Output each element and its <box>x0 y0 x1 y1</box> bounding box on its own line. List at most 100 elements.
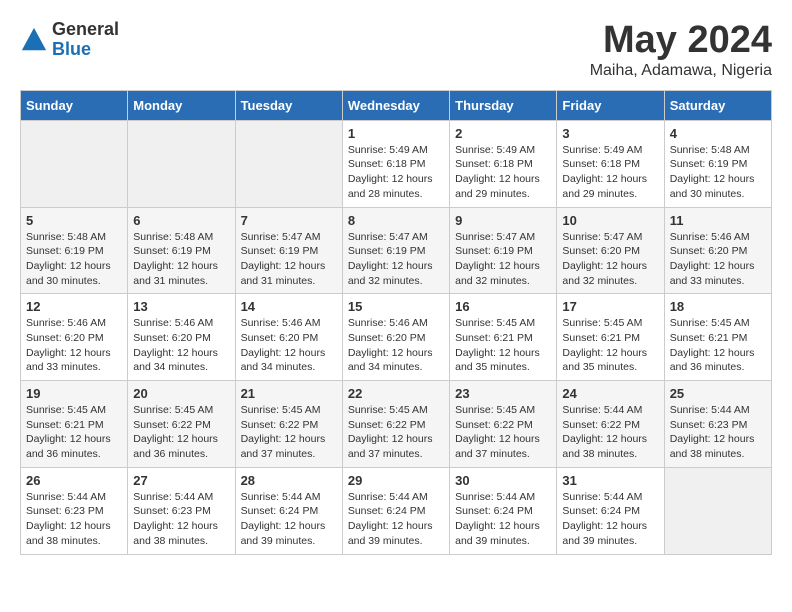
calendar-week-row: 1 Sunrise: 5:49 AM Sunset: 6:18 PM Daylig… <box>21 120 772 207</box>
month-title: May 2024 <box>590 20 772 62</box>
calendar-cell: 20 Sunrise: 5:45 AM Sunset: 6:22 PM Dayli… <box>128 381 235 468</box>
calendar-cell: 6 Sunrise: 5:48 AM Sunset: 6:19 PM Daylig… <box>128 207 235 294</box>
day-info: Sunrise: 5:47 AM Sunset: 6:19 PM Dayligh… <box>455 230 551 289</box>
calendar-cell <box>128 120 235 207</box>
calendar-cell: 9Sunrise: 5:47 AM Sunset: 6:19 PM Daylig… <box>450 207 557 294</box>
calendar-cell: 8Sunrise: 5:47 AM Sunset: 6:19 PM Daylig… <box>342 207 449 294</box>
calendar-cell: 1 Sunrise: 5:49 AM Sunset: 6:18 PM Daylig… <box>342 120 449 207</box>
logo-blue-text: Blue <box>52 40 119 60</box>
weekday-header-wednesday: Wednesday <box>342 90 449 120</box>
day-info: Sunrise: 5:47 AM Sunset: 6:19 PM Dayligh… <box>241 230 337 289</box>
day-info: Sunrise: 5:46 AM Sunset: 6:20 PM Dayligh… <box>348 316 444 375</box>
day-number: 2 <box>455 126 551 141</box>
day-info: Sunrise: 5:49 AM Sunset: 6:18 PM Dayligh… <box>562 143 658 202</box>
location: Maiha, Adamawa, Nigeria <box>590 62 772 80</box>
calendar-cell: 23 Sunrise: 5:45 AM Sunset: 6:22 PM Dayli… <box>450 381 557 468</box>
day-number: 27 <box>133 473 229 488</box>
day-info: Sunrise: 5:44 AM Sunset: 6:23 PM Dayligh… <box>26 490 122 549</box>
logo-icon <box>20 26 48 54</box>
logo-general-text: General <box>52 20 119 40</box>
day-number: 4 <box>670 126 766 141</box>
day-number: 12 <box>26 299 122 314</box>
day-number: 23 <box>455 386 551 401</box>
day-number: 13 <box>133 299 229 314</box>
day-number: 19 <box>26 386 122 401</box>
logo-text: General Blue <box>52 20 119 60</box>
calendar-cell: 25Sunrise: 5:44 AM Sunset: 6:23 PM Dayli… <box>664 381 771 468</box>
day-info: Sunrise: 5:48 AM Sunset: 6:19 PM Dayligh… <box>133 230 229 289</box>
calendar-week-row: 5 Sunrise: 5:48 AM Sunset: 6:19 PM Daylig… <box>21 207 772 294</box>
calendar-cell: 13 Sunrise: 5:46 AM Sunset: 6:20 PM Dayli… <box>128 294 235 381</box>
day-number: 29 <box>348 473 444 488</box>
calendar-cell: 3Sunrise: 5:49 AM Sunset: 6:18 PM Daylig… <box>557 120 664 207</box>
calendar-week-row: 12 Sunrise: 5:46 AM Sunset: 6:20 PM Dayli… <box>21 294 772 381</box>
day-info: Sunrise: 5:44 AM Sunset: 6:23 PM Dayligh… <box>133 490 229 549</box>
weekday-header-saturday: Saturday <box>664 90 771 120</box>
calendar-body: 1 Sunrise: 5:49 AM Sunset: 6:18 PM Daylig… <box>21 120 772 554</box>
day-info: Sunrise: 5:47 AM Sunset: 6:19 PM Dayligh… <box>348 230 444 289</box>
day-number: 20 <box>133 386 229 401</box>
day-number: 28 <box>241 473 337 488</box>
calendar-cell: 31 Sunrise: 5:44 AM Sunset: 6:24 PM Dayli… <box>557 467 664 554</box>
calendar-cell: 27 Sunrise: 5:44 AM Sunset: 6:23 PM Dayli… <box>128 467 235 554</box>
calendar-cell: 5Sunrise: 5:48 AM Sunset: 6:19 PM Daylig… <box>21 207 128 294</box>
weekday-header-thursday: Thursday <box>450 90 557 120</box>
day-info: Sunrise: 5:45 AM Sunset: 6:22 PM Dayligh… <box>241 403 337 462</box>
day-number: 22 <box>348 386 444 401</box>
day-number: 17 <box>562 299 658 314</box>
day-number: 10 <box>562 213 658 228</box>
calendar-cell: 24Sunrise: 5:44 AM Sunset: 6:22 PM Dayli… <box>557 381 664 468</box>
day-info: Sunrise: 5:46 AM Sunset: 6:20 PM Dayligh… <box>241 316 337 375</box>
day-number: 16 <box>455 299 551 314</box>
day-number: 15 <box>348 299 444 314</box>
day-info: Sunrise: 5:46 AM Sunset: 6:20 PM Dayligh… <box>133 316 229 375</box>
weekday-header-friday: Friday <box>557 90 664 120</box>
day-info: Sunrise: 5:45 AM Sunset: 6:22 PM Dayligh… <box>455 403 551 462</box>
day-info: Sunrise: 5:45 AM Sunset: 6:21 PM Dayligh… <box>562 316 658 375</box>
day-info: Sunrise: 5:44 AM Sunset: 6:22 PM Dayligh… <box>562 403 658 462</box>
day-number: 11 <box>670 213 766 228</box>
calendar-cell: 19 Sunrise: 5:45 AM Sunset: 6:21 PM Dayli… <box>21 381 128 468</box>
calendar-cell: 12Sunrise: 5:46 AM Sunset: 6:20 PM Dayli… <box>21 294 128 381</box>
calendar-week-row: 19 Sunrise: 5:45 AM Sunset: 6:21 PM Dayli… <box>21 381 772 468</box>
day-info: Sunrise: 5:44 AM Sunset: 6:24 PM Dayligh… <box>241 490 337 549</box>
weekday-header-monday: Monday <box>128 90 235 120</box>
day-number: 21 <box>241 386 337 401</box>
calendar-cell <box>21 120 128 207</box>
calendar-week-row: 26 Sunrise: 5:44 AM Sunset: 6:23 PM Dayli… <box>21 467 772 554</box>
calendar-cell: 10 Sunrise: 5:47 AM Sunset: 6:20 PM Dayli… <box>557 207 664 294</box>
day-info: Sunrise: 5:45 AM Sunset: 6:22 PM Dayligh… <box>348 403 444 462</box>
calendar-cell: 17 Sunrise: 5:45 AM Sunset: 6:21 PM Dayli… <box>557 294 664 381</box>
calendar-cell: 26 Sunrise: 5:44 AM Sunset: 6:23 PM Dayli… <box>21 467 128 554</box>
day-info: Sunrise: 5:47 AM Sunset: 6:20 PM Dayligh… <box>562 230 658 289</box>
day-info: Sunrise: 5:45 AM Sunset: 6:21 PM Dayligh… <box>455 316 551 375</box>
logo: General Blue <box>20 20 119 60</box>
day-info: Sunrise: 5:49 AM Sunset: 6:18 PM Dayligh… <box>348 143 444 202</box>
calendar-cell <box>664 467 771 554</box>
weekday-header-tuesday: Tuesday <box>235 90 342 120</box>
day-info: Sunrise: 5:44 AM Sunset: 6:24 PM Dayligh… <box>562 490 658 549</box>
calendar-cell: 22 Sunrise: 5:45 AM Sunset: 6:22 PM Dayli… <box>342 381 449 468</box>
day-number: 1 <box>348 126 444 141</box>
day-info: Sunrise: 5:48 AM Sunset: 6:19 PM Dayligh… <box>670 143 766 202</box>
day-number: 30 <box>455 473 551 488</box>
weekday-header-sunday: Sunday <box>21 90 128 120</box>
weekday-header-row: SundayMondayTuesdayWednesdayThursdayFrid… <box>21 90 772 120</box>
calendar-cell: 11Sunrise: 5:46 AM Sunset: 6:20 PM Dayli… <box>664 207 771 294</box>
calendar-cell: 28 Sunrise: 5:44 AM Sunset: 6:24 PM Dayli… <box>235 467 342 554</box>
day-info: Sunrise: 5:45 AM Sunset: 6:22 PM Dayligh… <box>133 403 229 462</box>
day-number: 6 <box>133 213 229 228</box>
page-header: General Blue May 2024 Maiha, Adamawa, Ni… <box>20 20 772 80</box>
day-info: Sunrise: 5:44 AM Sunset: 6:24 PM Dayligh… <box>348 490 444 549</box>
day-number: 18 <box>670 299 766 314</box>
day-number: 5 <box>26 213 122 228</box>
day-info: Sunrise: 5:44 AM Sunset: 6:24 PM Dayligh… <box>455 490 551 549</box>
day-number: 26 <box>26 473 122 488</box>
day-number: 7 <box>241 213 337 228</box>
day-number: 31 <box>562 473 658 488</box>
calendar-cell: 7 Sunrise: 5:47 AM Sunset: 6:19 PM Daylig… <box>235 207 342 294</box>
day-number: 14 <box>241 299 337 314</box>
title-area: May 2024 Maiha, Adamawa, Nigeria <box>590 20 772 80</box>
day-info: Sunrise: 5:45 AM Sunset: 6:21 PM Dayligh… <box>26 403 122 462</box>
calendar-cell: 30 Sunrise: 5:44 AM Sunset: 6:24 PM Dayli… <box>450 467 557 554</box>
